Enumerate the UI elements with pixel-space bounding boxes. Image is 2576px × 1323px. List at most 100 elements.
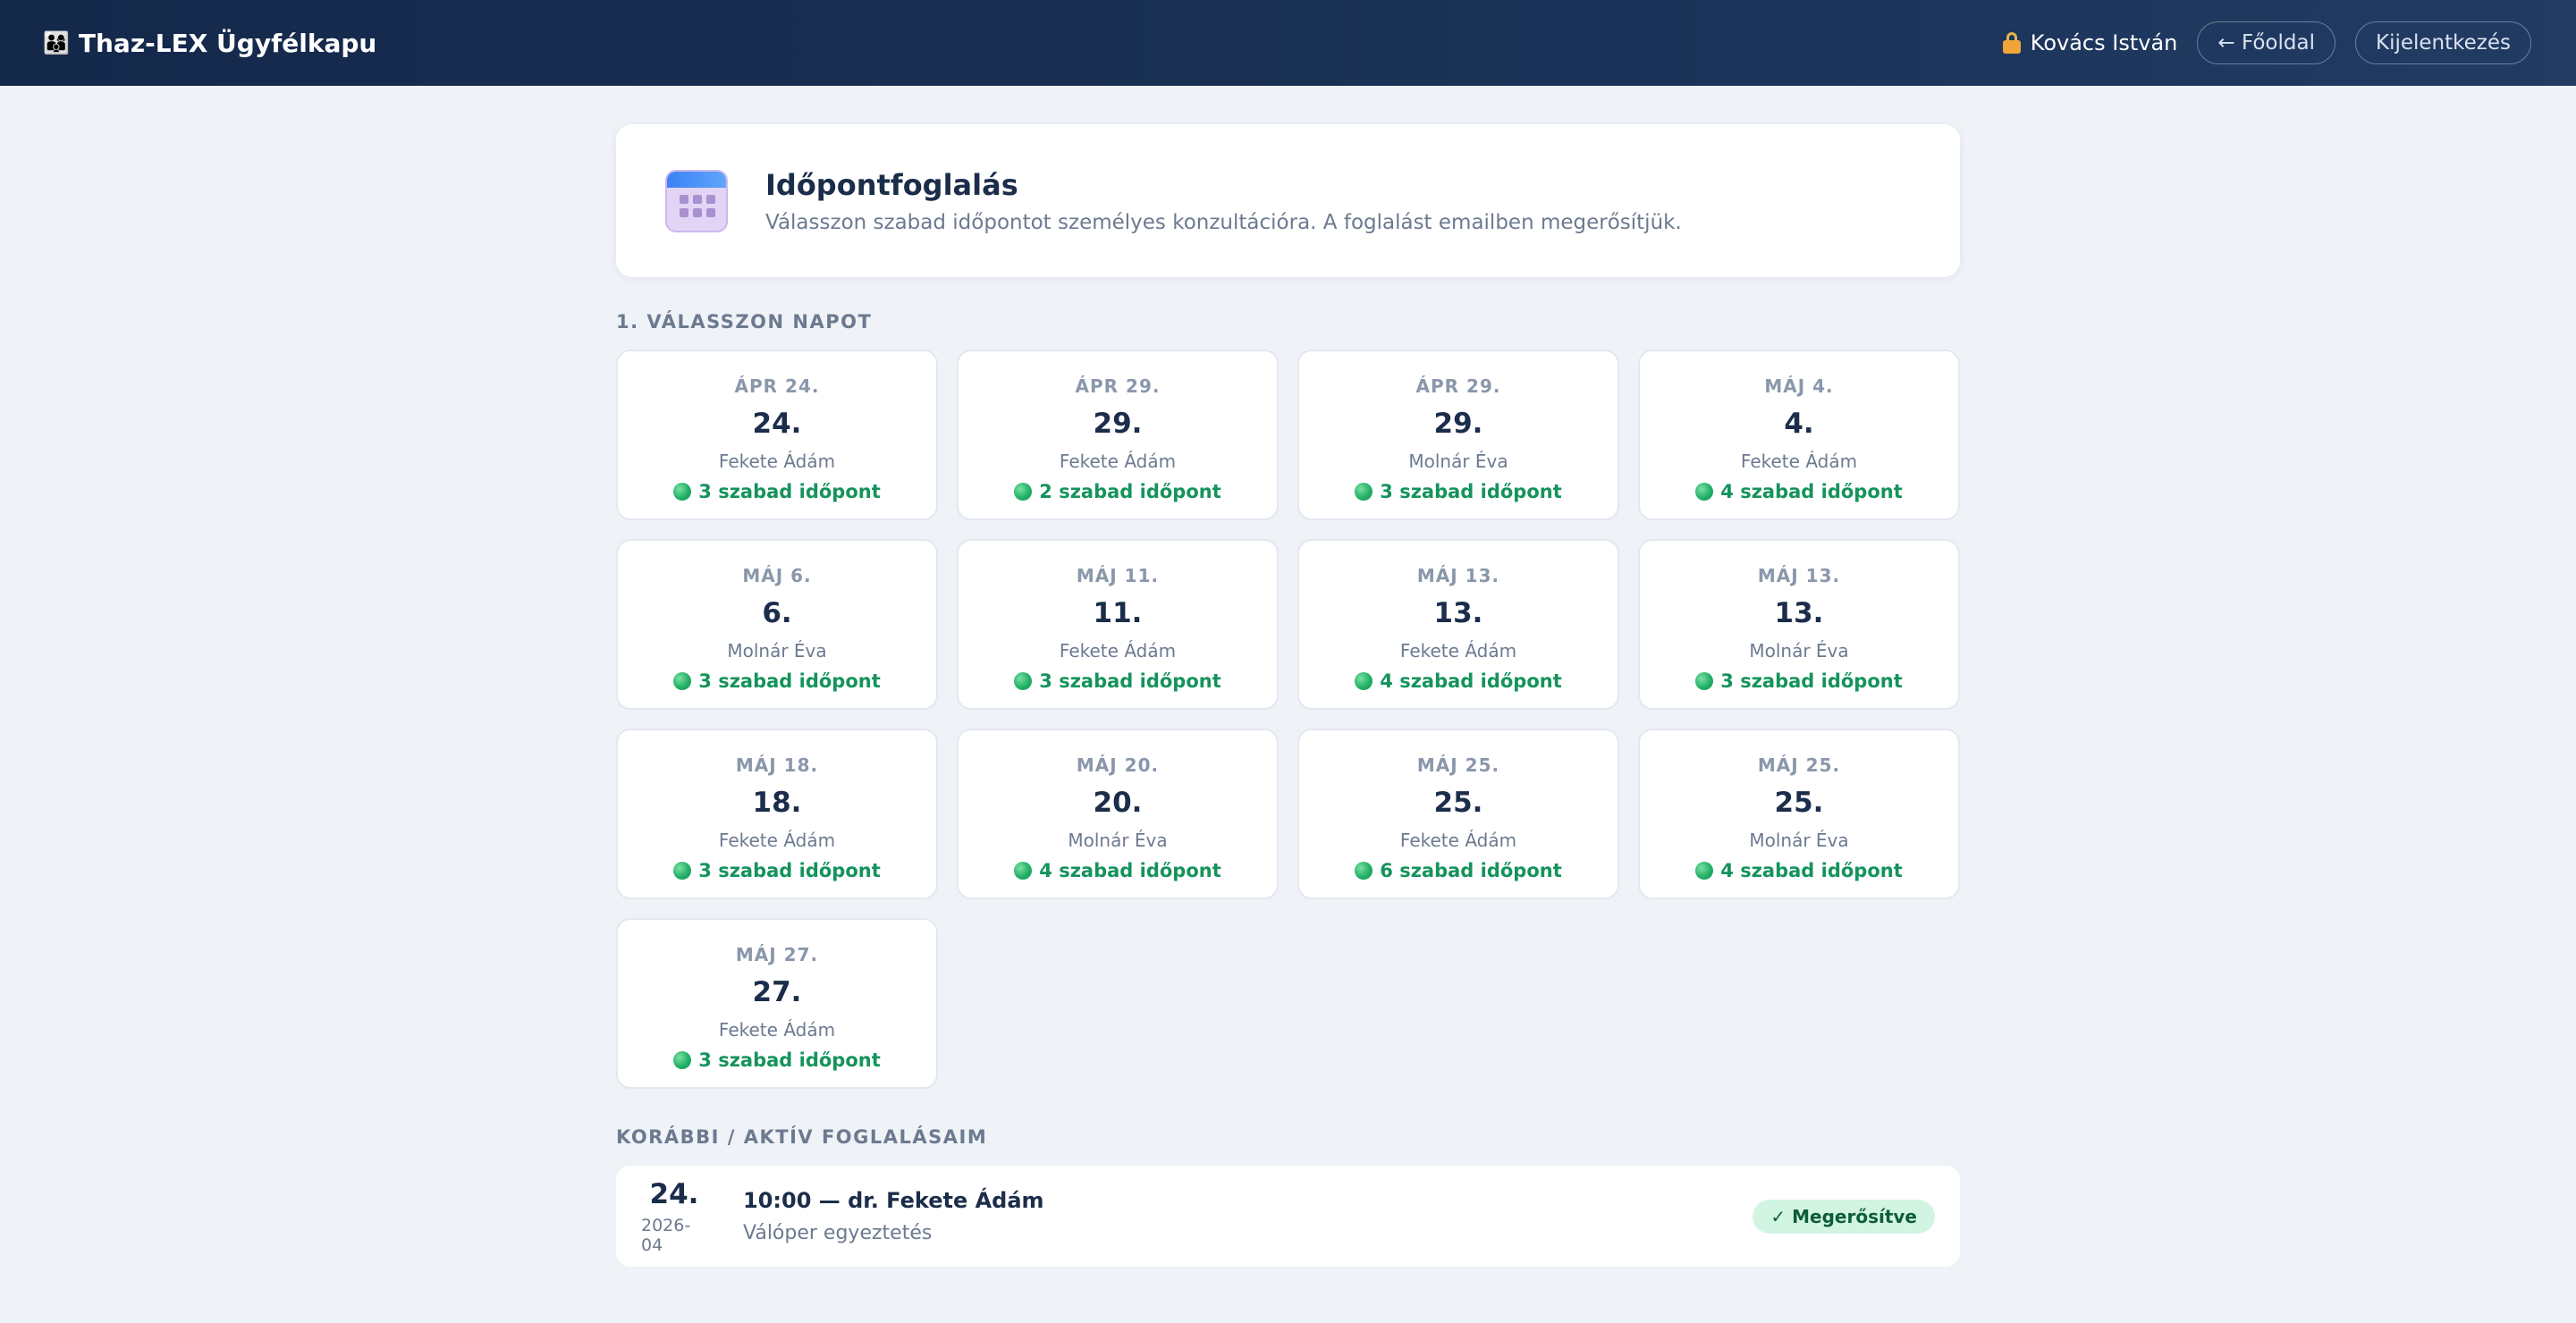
day-card[interactable]: MÁJ 18. 18. Fekete Ádám 3 szabad időpont bbox=[616, 729, 938, 899]
day-slots: 3 szabad időpont bbox=[698, 860, 881, 881]
page-header-card: Időpontfoglalás Válasszon szabad időpont… bbox=[616, 124, 1960, 277]
booking-day: 24. bbox=[649, 1177, 699, 1210]
day-lawyer: Fekete Ádám bbox=[718, 1019, 836, 1041]
day-lawyer: Molnár Éva bbox=[1749, 640, 1849, 662]
nav-right: Kovács István ← Főoldal Kijelentkezés bbox=[2002, 21, 2531, 64]
day-month: MÁJ 13. bbox=[1757, 565, 1841, 586]
day-month: MÁJ 13. bbox=[1416, 565, 1500, 586]
green-dot-icon bbox=[1014, 672, 1033, 690]
green-dot-icon bbox=[1014, 862, 1033, 880]
day-month: MÁJ 18. bbox=[735, 754, 819, 776]
calendar-icon bbox=[665, 169, 728, 232]
day-card[interactable]: MÁJ 25. 25. Fekete Ádám 6 szabad időpont bbox=[1297, 729, 1619, 899]
day-number: 6. bbox=[762, 597, 792, 629]
day-grid: ÁPR 24. 24. Fekete Ádám 3 szabad időpont… bbox=[616, 350, 1960, 1089]
day-lawyer: Fekete Ádám bbox=[1059, 640, 1177, 662]
day-slots: 3 szabad időpont bbox=[1720, 670, 1903, 692]
day-lawyer: Fekete Ádám bbox=[718, 830, 836, 851]
booking-subject: Válóper egyeztetés bbox=[743, 1222, 933, 1244]
day-slots: 3 szabad időpont bbox=[698, 1049, 881, 1071]
green-dot-icon bbox=[1014, 483, 1033, 501]
day-card[interactable]: ÁPR 24. 24. Fekete Ádám 3 szabad időpont bbox=[616, 350, 938, 520]
green-dot-icon bbox=[1355, 483, 1373, 501]
day-slots: 2 szabad időpont bbox=[1039, 481, 1221, 502]
green-dot-icon bbox=[673, 1051, 692, 1069]
day-month: ÁPR 29. bbox=[1415, 375, 1501, 397]
day-card[interactable]: MÁJ 27. 27. Fekete Ádám 3 szabad időpont bbox=[616, 918, 938, 1089]
day-card[interactable]: ÁPR 29. 29. Fekete Ádám 2 szabad időpont bbox=[957, 350, 1279, 520]
booking-title: 10:00 — dr. Fekete Ádám bbox=[743, 1188, 1044, 1213]
brand[interactable]: 👨‍👩‍👦 Thaz-LEX Ügyfélkapu bbox=[43, 29, 376, 58]
day-month: MÁJ 6. bbox=[742, 565, 812, 586]
day-number: 27. bbox=[752, 976, 802, 1008]
day-month: ÁPR 24. bbox=[734, 375, 820, 397]
day-slots: 4 szabad időpont bbox=[1720, 481, 1903, 502]
day-card[interactable]: MÁJ 4. 4. Fekete Ádám 4 szabad időpont bbox=[1638, 350, 1960, 520]
day-slots: 3 szabad időpont bbox=[1380, 481, 1562, 502]
day-month: MÁJ 25. bbox=[1416, 754, 1500, 776]
day-lawyer: Fekete Ádám bbox=[1399, 830, 1517, 851]
day-month: MÁJ 25. bbox=[1757, 754, 1841, 776]
day-number: 13. bbox=[1433, 597, 1483, 629]
day-card[interactable]: MÁJ 6. 6. Molnár Éva 3 szabad időpont bbox=[616, 539, 938, 710]
day-card[interactable]: ÁPR 29. 29. Molnár Éva 3 szabad időpont bbox=[1297, 350, 1619, 520]
family-icon: 👨‍👩‍👦 bbox=[43, 30, 70, 55]
section-label-bookings: KORÁBBI / AKTÍV FOGLALÁSAIM bbox=[616, 1126, 988, 1148]
green-dot-icon bbox=[1695, 483, 1714, 501]
day-slots: 3 szabad időpont bbox=[698, 670, 881, 692]
day-number: 29. bbox=[1093, 408, 1143, 440]
day-lawyer: Fekete Ádám bbox=[1059, 451, 1177, 472]
top-navbar: 👨‍👩‍👦 Thaz-LEX Ügyfélkapu Kovács István … bbox=[0, 0, 2576, 86]
green-dot-icon bbox=[673, 862, 692, 880]
page-title: Időpontfoglalás bbox=[765, 167, 1018, 202]
logout-button[interactable]: Kijelentkezés bbox=[2354, 21, 2531, 64]
day-lawyer: Fekete Ádám bbox=[1399, 640, 1517, 662]
day-number: 4. bbox=[1784, 408, 1814, 440]
day-lawyer: Molnár Éva bbox=[1749, 830, 1849, 851]
day-slots: 4 szabad időpont bbox=[1039, 860, 1221, 881]
day-card[interactable]: MÁJ 25. 25. Molnár Éva 4 szabad időpont bbox=[1638, 729, 1960, 899]
day-number: 25. bbox=[1774, 787, 1824, 819]
day-card[interactable]: MÁJ 13. 13. Fekete Ádám 4 szabad időpont bbox=[1297, 539, 1619, 710]
day-month: MÁJ 4. bbox=[1764, 375, 1834, 397]
day-slots: 4 szabad időpont bbox=[1720, 860, 1903, 881]
booking-year-month: 2026-04 bbox=[641, 1215, 691, 1255]
brand-name: Thaz-LEX Ügyfélkapu bbox=[78, 28, 377, 58]
day-lawyer: Molnár Éva bbox=[727, 640, 827, 662]
status-badge: ✓ Megerősítve bbox=[1753, 1200, 1935, 1234]
green-dot-icon bbox=[1695, 862, 1714, 880]
day-number: 13. bbox=[1774, 597, 1824, 629]
section-label-choose-day: 1. VÁLASSZON NAPOT bbox=[616, 311, 873, 333]
day-lawyer: Molnár Éva bbox=[1408, 451, 1508, 472]
day-month: MÁJ 20. bbox=[1076, 754, 1160, 776]
day-slots: 6 szabad időpont bbox=[1380, 860, 1562, 881]
green-dot-icon bbox=[673, 672, 692, 690]
day-slots: 3 szabad időpont bbox=[698, 481, 881, 502]
day-lawyer: Fekete Ádám bbox=[718, 451, 836, 472]
user-menu[interactable]: Kovács István bbox=[2002, 30, 2178, 55]
day-lawyer: Fekete Ádám bbox=[1740, 451, 1858, 472]
day-number: 20. bbox=[1093, 787, 1143, 819]
user-name: Kovács István bbox=[2030, 30, 2178, 55]
day-slots: 3 szabad időpont bbox=[1039, 670, 1221, 692]
day-month: MÁJ 27. bbox=[735, 944, 819, 965]
green-dot-icon bbox=[1695, 672, 1714, 690]
green-dot-icon bbox=[1355, 672, 1373, 690]
green-dot-icon bbox=[1355, 862, 1373, 880]
day-number: 18. bbox=[752, 787, 802, 819]
day-card[interactable]: MÁJ 13. 13. Molnár Éva 3 szabad időpont bbox=[1638, 539, 1960, 710]
day-card[interactable]: MÁJ 11. 11. Fekete Ádám 3 szabad időpont bbox=[957, 539, 1279, 710]
day-number: 29. bbox=[1433, 408, 1483, 440]
day-slots: 4 szabad időpont bbox=[1380, 670, 1562, 692]
day-month: MÁJ 11. bbox=[1076, 565, 1160, 586]
day-number: 11. bbox=[1093, 597, 1143, 629]
day-card[interactable]: MÁJ 20. 20. Molnár Éva 4 szabad időpont bbox=[957, 729, 1279, 899]
day-number: 25. bbox=[1433, 787, 1483, 819]
booking-date: 24. 2026-04 bbox=[641, 1178, 707, 1255]
day-month: ÁPR 29. bbox=[1075, 375, 1161, 397]
day-lawyer: Molnár Éva bbox=[1068, 830, 1168, 851]
page-subtitle: Válasszon szabad időpontot személyes kon… bbox=[765, 210, 1682, 234]
booking-row[interactable]: 24. 2026-04 10:00 — dr. Fekete Ádám Váló… bbox=[616, 1166, 1960, 1267]
lock-icon bbox=[2002, 32, 2022, 54]
home-button[interactable]: ← Főoldal bbox=[2197, 21, 2335, 64]
